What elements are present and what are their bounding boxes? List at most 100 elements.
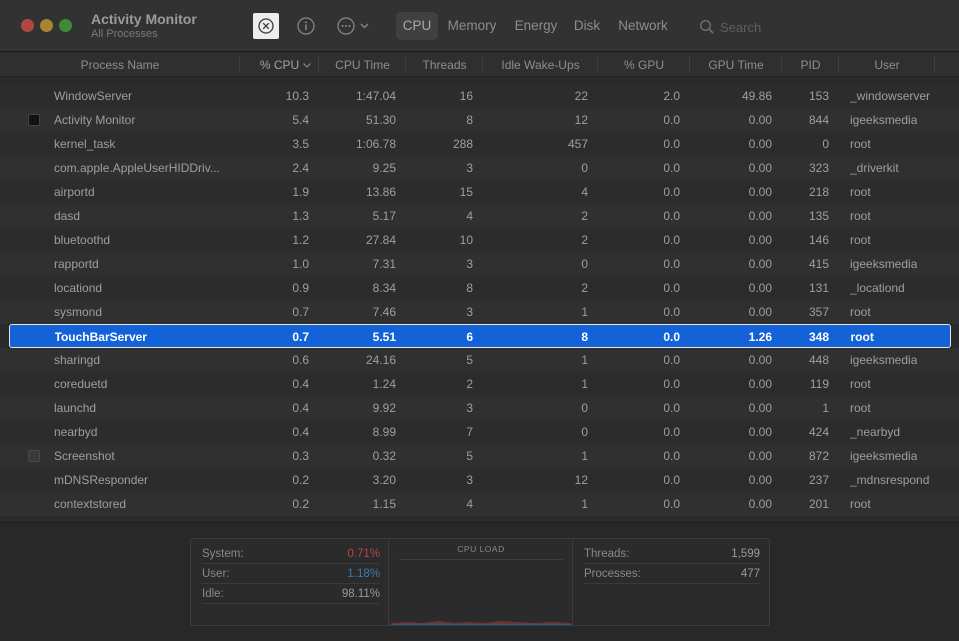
tab-disk[interactable]: Disk [570,12,604,40]
tab-network[interactable]: Network [613,12,673,40]
info-icon [297,17,315,35]
process-name-cell: rapportd [54,257,99,271]
cpu-percent-cell: 0.4 [292,377,309,391]
gpu-percent-cell: 0.0 [663,281,680,295]
minimize-window-button[interactable] [40,19,53,32]
idle-wake-ups-cell: 1 [581,497,588,511]
gpu-time-cell: 1.26 [748,330,772,344]
pid-cell: 424 [808,425,829,439]
idle-wake-ups-cell: 1 [581,353,588,367]
zoom-window-button[interactable] [59,19,72,32]
table-row[interactable]: kernel_task 3.5 1:06.78 288 457 0.0 0.00 0 root [0,132,959,156]
column-gpu-percent[interactable]: % GPU [598,53,690,77]
column-pid[interactable]: PID [782,53,839,77]
table-row[interactable]: dasd 1.3 5.17 4 2 0.0 0.00 135 root [0,204,959,228]
cpu-time-cell: 5.17 [372,209,396,223]
column-label: % CPU [259,58,300,72]
table-row[interactable]: Screenshot 0.3 0.32 5 1 0.0 0.00 872 igeeksmedia [0,444,959,468]
gpu-time-cell: 0.00 [748,137,772,151]
tab-energy[interactable]: Energy [509,12,563,40]
summary-panel: System: 0.71% User: 1.18% Idle: 98.11% C… [0,522,959,641]
stop-process-button[interactable] [253,13,279,39]
table-row[interactable]: rapportd 1.0 7.31 3 0 0.0 0.00 415 igeeksmedia [0,252,959,276]
column-user[interactable]: User [839,53,935,77]
gpu-percent-cell: 0.0 [663,497,680,511]
cpu-time-cell: 1.15 [372,497,396,511]
inspect-process-button[interactable] [295,15,317,37]
pid-cell: 357 [808,305,829,319]
table-row[interactable]: Activity Monitor 5.4 51.30 8 12 0.0 0.00 844 ige… [0,108,959,132]
gpu-time-cell: 0.00 [748,449,772,463]
user-cell: root [850,497,871,511]
table-row[interactable]: coreduetd 0.4 1.24 2 1 0.0 0.00 119 root [0,372,959,396]
column-process-name[interactable]: Process Name [0,53,240,77]
user-cell: _nearbyd [850,425,901,439]
column-cpu-percent[interactable]: % CPU [240,53,319,77]
table-row[interactable]: com.apple.AppleUserHIDDriv... 2.4 9.25 3 0 0.… [0,156,959,180]
gpu-percent-cell: 0.0 [663,209,680,223]
cpu-percent-cell: 1.2 [292,233,309,247]
cpu-time-cell: 7.31 [372,257,396,271]
pid-cell: 844 [808,113,829,127]
pid-cell: 323 [808,161,829,175]
user-cell: _windowserver [850,89,931,103]
column-gpu-time[interactable]: GPU Time [690,53,782,77]
table-row-selected[interactable]: TouchBarServer 0.7 5.51 6 8 0.0 1.26 348 root [9,324,951,348]
column-idle-wake-ups[interactable]: Idle Wake-Ups [483,53,598,77]
window-subtitle[interactable]: All Processes [91,28,158,40]
table-row[interactable]: launchd 0.4 9.92 3 0 0.0 0.00 1 root [0,396,959,420]
system-label: System: [202,548,244,560]
cpu-load-graph: CPU LOAD [389,539,573,625]
idle-wake-ups-cell: 0 [581,425,588,439]
cpu-percent-cell: 0.2 [292,497,309,511]
table-row[interactable]: airportd 1.9 13.86 15 4 0.0 0.00 218 root [0,180,959,204]
system-value: 0.71% [347,548,380,560]
table-row[interactable]: mDNSResponder 0.2 3.20 3 12 0.0 0.00 237 _mdnsre… [0,468,959,492]
threads-cell: 8 [466,113,473,127]
table-row[interactable]: nearbyd 0.4 8.99 7 0 0.0 0.00 424 _nearbyd [0,420,959,444]
user-cell: root [850,330,874,344]
search-input[interactable] [720,17,930,37]
gpu-time-cell: 0.00 [748,353,772,367]
window-title: Activity Monitor [91,11,197,27]
pid-cell: 153 [808,89,829,103]
pid-cell: 448 [808,353,829,367]
tab-cpu[interactable]: CPU [396,12,438,40]
screenshot-app-icon [28,450,40,462]
idle-wake-ups-cell: 2 [581,233,588,247]
table-row[interactable]: bluetoothd 1.2 27.84 10 2 0.0 0.00 146 root [0,228,959,252]
cpu-percent-cell: 0.4 [292,401,309,415]
more-options-button[interactable] [335,15,375,37]
process-name-cell: launchd [54,401,97,415]
tab-memory[interactable]: Memory [443,12,501,40]
user-cell: _locationd [850,281,905,295]
column-threads[interactable]: Threads [406,53,483,77]
threads-label: Threads: [584,548,630,560]
column-header: Process Name % CPU CPU Time Threads Idle… [0,53,959,77]
gpu-time-cell: 0.00 [748,281,772,295]
idle-wake-ups-cell: 4 [581,185,588,199]
threads-cell: 3 [466,401,473,415]
threads-cell: 16 [459,89,473,103]
process-name-cell: sysmond [54,305,103,319]
pid-cell: 237 [808,473,829,487]
process-name-cell: nearbyd [54,425,98,439]
column-cpu-time[interactable]: CPU Time [319,53,406,77]
table-row[interactable]: contextstored 0.2 1.15 4 1 0.0 0.00 201 root [0,492,959,516]
pid-cell: 415 [808,257,829,271]
cpu-percent-cell: 1.0 [292,257,309,271]
table-row[interactable]: WindowServer 10.3 1:47.04 16 22 2.0 49.86 153 _w… [0,84,959,108]
search-field[interactable] [694,14,944,40]
table-row[interactable]: sharingd 0.6 24.16 5 1 0.0 0.00 448 igeeksmedia [0,348,959,372]
table-row[interactable]: sysmond 0.7 7.46 3 1 0.0 0.00 357 root [0,300,959,324]
cpu-percent-cell: 0.9 [292,281,309,295]
table-row[interactable]: locationd 0.9 8.34 8 2 0.0 0.00 131 _locationd [0,276,959,300]
user-cell: igeeksmedia [850,353,918,367]
gpu-time-cell: 0.00 [748,401,772,415]
cpu-percent-cell: 1.9 [292,185,309,199]
process-name-cell: bluetoothd [54,233,111,247]
close-window-button[interactable] [21,19,34,32]
cpu-percent-cell: 2.4 [292,161,309,175]
process-name-cell: Screenshot [54,449,115,463]
cpu-time-cell: 3.20 [372,473,396,487]
